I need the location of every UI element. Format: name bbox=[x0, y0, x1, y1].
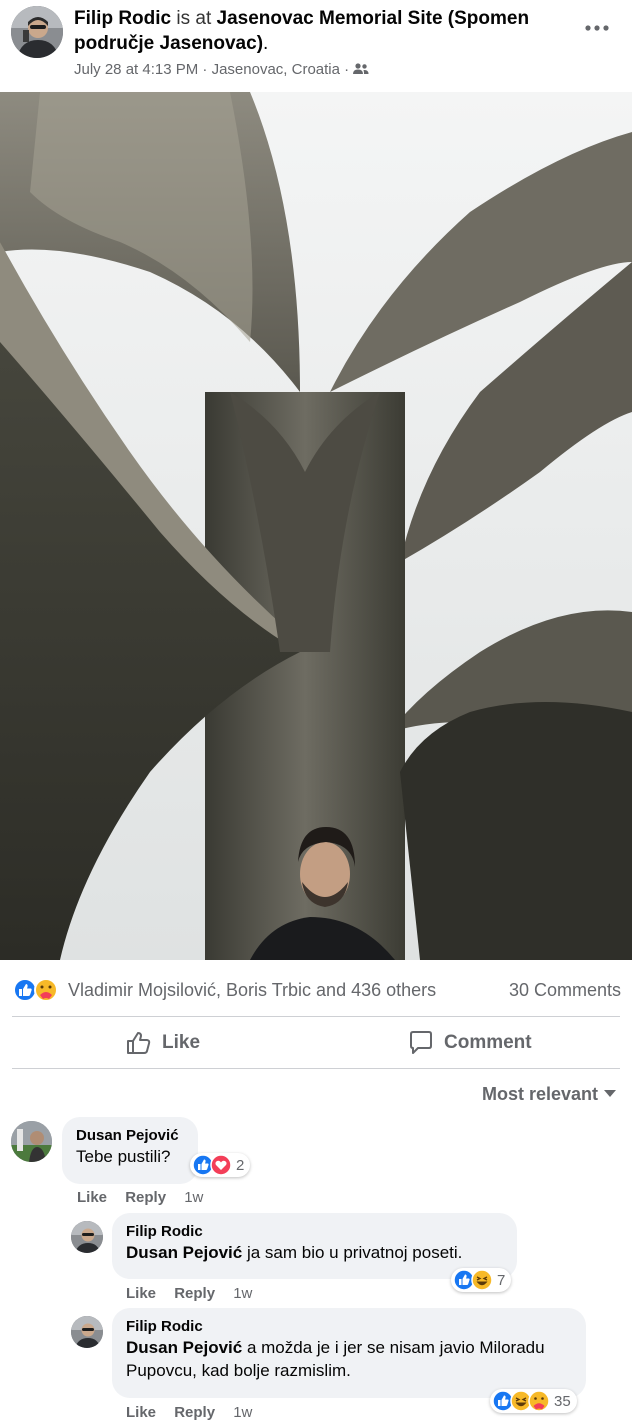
comment-reactions[interactable]: 7 bbox=[451, 1268, 512, 1292]
comment-actions: Like Reply 1w bbox=[77, 1189, 203, 1206]
comment-reply-link[interactable]: Reply bbox=[174, 1285, 215, 1302]
more-dots-icon bbox=[585, 25, 609, 31]
post-date[interactable]: July 28 at 4:13 PM bbox=[74, 61, 198, 78]
divider-bottom bbox=[12, 1068, 620, 1069]
more-options-button[interactable] bbox=[584, 18, 610, 38]
is-at-text: is at bbox=[176, 8, 212, 29]
comment-reactions[interactable]: 35 bbox=[490, 1389, 577, 1413]
comment-time[interactable]: 1w bbox=[233, 1404, 252, 1421]
post-header-text: Filip Rodic is at Jasenovac Memorial Sit… bbox=[74, 6, 574, 56]
comment-reaction-count: 35 bbox=[554, 1392, 571, 1410]
friends-icon bbox=[353, 63, 369, 74]
comment-bubble: Filip Rodic Dusan Pejović a možda je i j… bbox=[112, 1308, 586, 1398]
post-meta: July 28 at 4:13 PM · Jasenovac, Croatia … bbox=[74, 61, 369, 78]
comment-author[interactable]: Filip Rodic bbox=[126, 1222, 503, 1241]
post-photo[interactable] bbox=[0, 92, 632, 960]
caret-down-icon bbox=[604, 1090, 616, 1098]
header-period: . bbox=[263, 33, 269, 54]
like-reaction-icon bbox=[492, 1390, 514, 1412]
thumbs-up-icon bbox=[127, 1032, 151, 1054]
like-label: Like bbox=[162, 1032, 201, 1053]
comment-label: Comment bbox=[444, 1032, 532, 1053]
comment-author[interactable]: Dusan Pejović bbox=[76, 1126, 184, 1145]
care-reaction-icon bbox=[34, 978, 58, 1002]
commenter-avatar[interactable] bbox=[11, 1121, 52, 1162]
comment-mention[interactable]: Dusan Pejović bbox=[126, 1338, 242, 1357]
comment-body: ja sam bio u privatnoj poseti. bbox=[242, 1243, 463, 1262]
comment-reply-link[interactable]: Reply bbox=[125, 1189, 166, 1206]
author-name[interactable]: Filip Rodic bbox=[74, 8, 171, 29]
comment-text: Tebe pustili? bbox=[76, 1147, 171, 1166]
comment-reaction-count: 2 bbox=[236, 1156, 245, 1174]
author-avatar[interactable] bbox=[11, 6, 63, 58]
commenter-avatar[interactable] bbox=[71, 1221, 103, 1253]
comment-actions: Like Reply 1w bbox=[126, 1285, 252, 1302]
divider-top bbox=[12, 1016, 620, 1017]
comment-like-link[interactable]: Like bbox=[77, 1189, 107, 1206]
like-reaction-icon bbox=[192, 1154, 214, 1176]
comment-reaction-count: 7 bbox=[497, 1271, 506, 1289]
sort-dropdown[interactable]: Most relevant bbox=[482, 1083, 616, 1105]
comment-button[interactable]: Comment bbox=[408, 1028, 548, 1060]
comment-reply-link[interactable]: Reply bbox=[174, 1404, 215, 1421]
post-location[interactable]: Jasenovac, Croatia bbox=[212, 61, 340, 78]
reactions-summary: Vladimir Mojsilović, Boris Trbic and 436… bbox=[0, 968, 632, 1014]
like-reaction-icon bbox=[13, 978, 37, 1002]
comments-count[interactable]: 30 Comments bbox=[509, 980, 621, 1001]
meta-separator-2: · bbox=[344, 61, 350, 78]
like-reaction-icon bbox=[453, 1269, 475, 1291]
reaction-icons[interactable] bbox=[13, 977, 63, 1003]
love-reaction-icon bbox=[210, 1154, 232, 1176]
comment-text: Dusan Pejović a možda je i jer se nisam … bbox=[126, 1336, 572, 1382]
comment-time[interactable]: 1w bbox=[233, 1285, 252, 1302]
reaction-names[interactable]: Vladimir Mojsilović, Boris Trbic and 436… bbox=[68, 980, 436, 1001]
haha-reaction-icon bbox=[471, 1269, 493, 1291]
comment-like-link[interactable]: Like bbox=[126, 1404, 156, 1421]
like-button[interactable]: Like bbox=[126, 1028, 226, 1060]
comment-time[interactable]: 1w bbox=[184, 1189, 203, 1206]
comment-text: Dusan Pejović ja sam bio u privatnoj pos… bbox=[126, 1241, 503, 1264]
comment-reactions[interactable]: 2 bbox=[190, 1153, 251, 1177]
comment-bubble-icon bbox=[410, 1031, 432, 1054]
post-header: Filip Rodic is at Jasenovac Memorial Sit… bbox=[0, 0, 632, 92]
meta-separator: · bbox=[202, 61, 208, 78]
care-reaction-icon bbox=[528, 1390, 550, 1412]
comment-bubble: Dusan Pejović Tebe pustili? bbox=[62, 1117, 198, 1184]
comment-actions: Like Reply 1w bbox=[126, 1404, 252, 1421]
sort-label: Most relevant bbox=[481, 1083, 598, 1104]
commenter-avatar[interactable] bbox=[71, 1316, 103, 1348]
comment-like-link[interactable]: Like bbox=[126, 1285, 156, 1302]
comment-mention[interactable]: Dusan Pejović bbox=[126, 1243, 242, 1262]
haha-reaction-icon bbox=[510, 1390, 532, 1412]
comment-author[interactable]: Filip Rodic bbox=[126, 1317, 572, 1336]
